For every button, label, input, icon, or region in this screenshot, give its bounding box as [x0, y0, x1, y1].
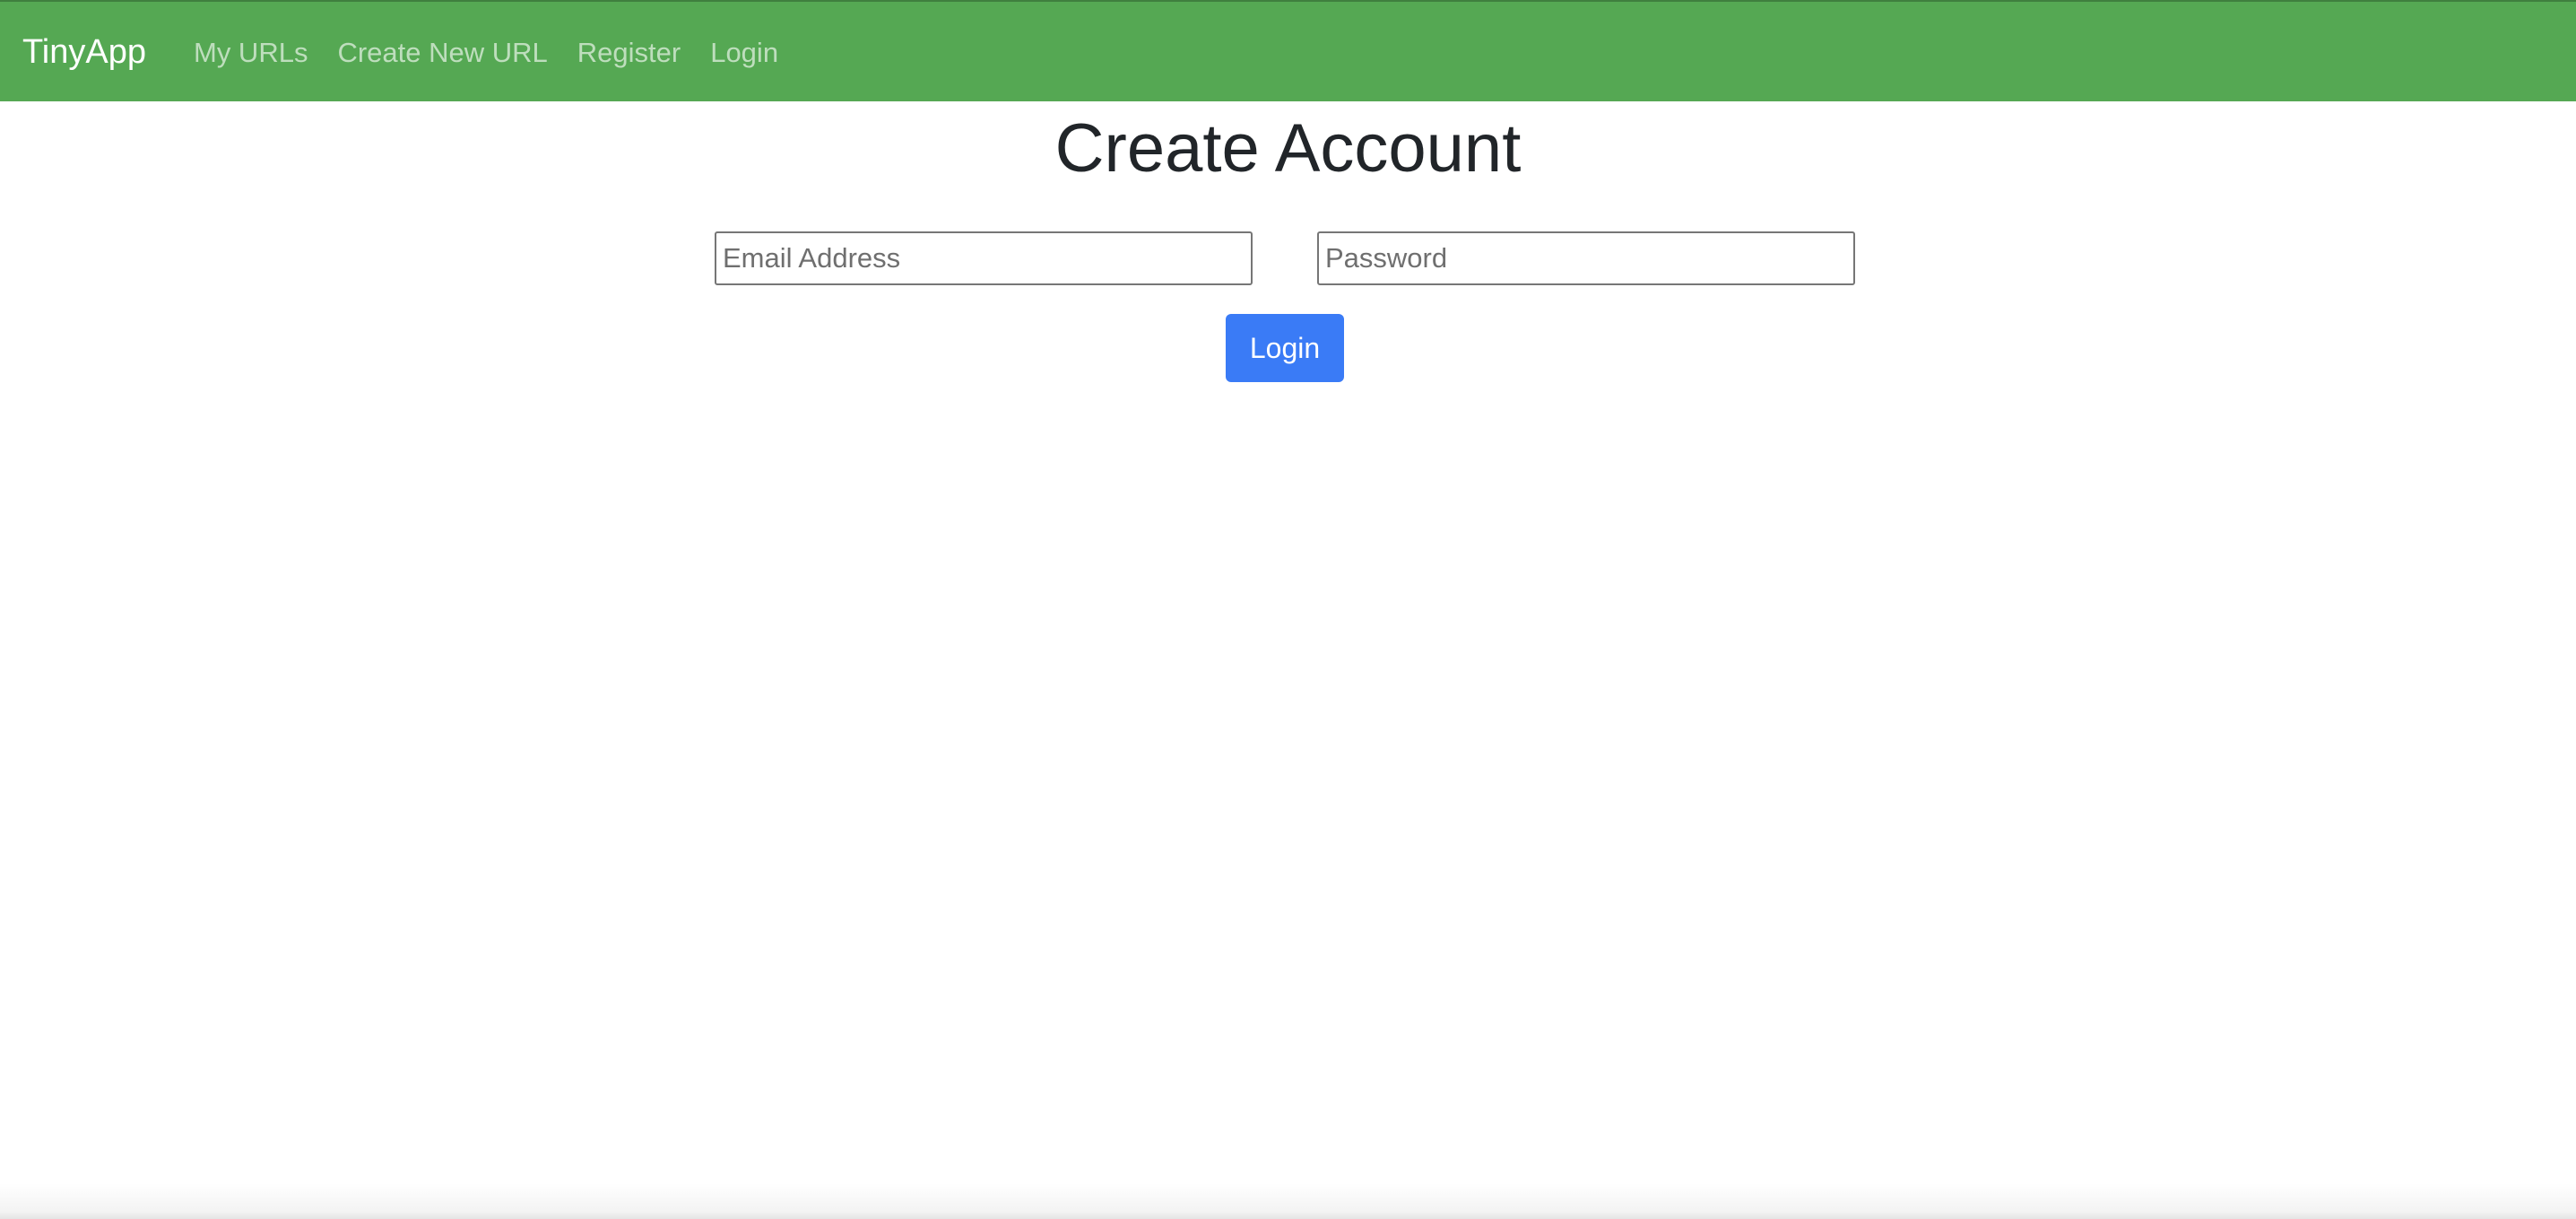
nav-link-create-new-url[interactable]: Create New URL — [337, 37, 547, 69]
login-button[interactable]: Login — [1226, 314, 1344, 382]
page-title: Create Account — [1054, 110, 1522, 187]
nav-link-register[interactable]: Register — [577, 37, 681, 69]
nav-links: My URLs Create New URL Register Login — [194, 2, 808, 103]
brand-link[interactable]: TinyApp — [22, 2, 146, 103]
nav-link-my-urls[interactable]: My URLs — [194, 37, 308, 69]
page: TinyApp My URLs Create New URL Register … — [0, 0, 2576, 1219]
bottom-shadow — [0, 1183, 2576, 1219]
navbar: TinyApp My URLs Create New URL Register … — [0, 0, 2576, 101]
nav-link-login[interactable]: Login — [710, 37, 778, 69]
password-field[interactable] — [1317, 231, 1855, 285]
email-field[interactable] — [715, 231, 1253, 285]
